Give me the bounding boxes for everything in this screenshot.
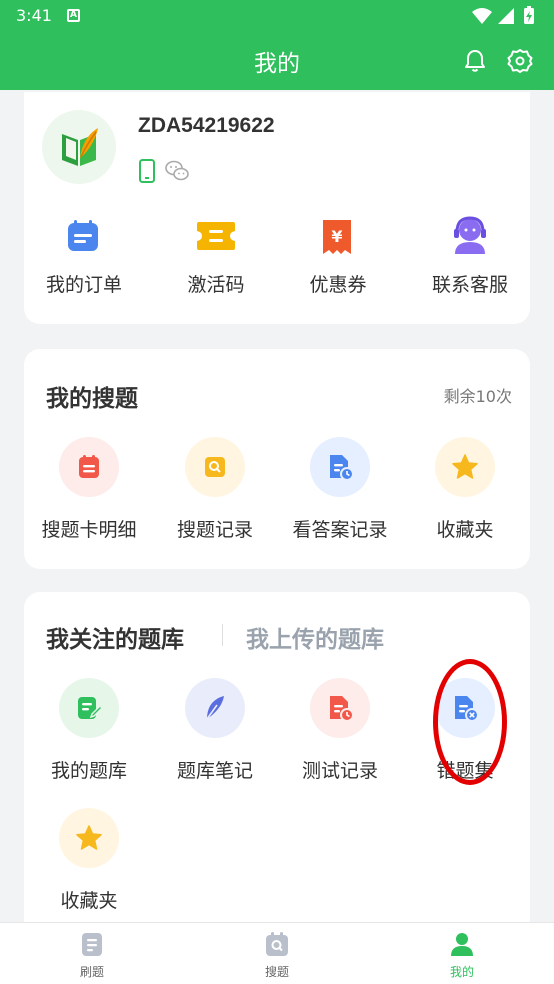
practice-icon [82, 933, 102, 956]
app-logo-icon [62, 128, 98, 166]
wechat-icon [165, 160, 189, 181]
my-bank-icon [59, 678, 119, 738]
username: ZDA54219622 [138, 114, 275, 137]
bank-notes-button[interactable]: 题库笔记 [152, 678, 278, 788]
my-orders-label: 我的订单 [45, 274, 122, 296]
customer-service-icon [454, 216, 486, 254]
profile-card: ZDA54219622 我的订单 激活码 ¥ 优惠券 联系客服 [24, 92, 530, 324]
my-bank-button[interactable]: 我的题库 [26, 678, 152, 788]
search-record-label: 搜题记录 [176, 519, 253, 541]
nav-practice[interactable]: 刷题 [42, 923, 142, 984]
star-icon [435, 437, 495, 497]
search-card-detail-label: 搜题卡明细 [41, 519, 137, 541]
search-card-icon [59, 437, 119, 497]
activation-code-label: 激活码 [187, 274, 245, 296]
highlight-annotation [433, 659, 507, 785]
search-favorites-label: 收藏夹 [436, 519, 494, 541]
my-search-card: 我的搜题 剩余10次 搜题卡明细 搜题记录 看答案记录 收藏夹 [24, 349, 530, 569]
nav-profile[interactable]: 我的 [412, 923, 512, 984]
bank-favorites-button[interactable]: 收藏夹 [26, 808, 152, 918]
system-status-icons [472, 6, 534, 24]
app-header: 3:41 A 我的 [0, 0, 554, 90]
bell-icon[interactable] [462, 48, 488, 74]
tab-uploaded-banks[interactable]: 我上传的题库 [246, 620, 384, 654]
answer-record-button[interactable]: 看答案记录 [277, 437, 403, 547]
tab-divider [222, 624, 223, 646]
gear-icon[interactable] [507, 48, 533, 74]
activation-code-button[interactable]: 激活码 [153, 210, 279, 300]
my-orders-button[interactable]: 我的订单 [21, 210, 147, 300]
test-record-button[interactable]: 测试记录 [277, 678, 403, 788]
search-record-button[interactable]: 搜题记录 [152, 437, 278, 547]
nav-practice-label: 刷题 [79, 965, 104, 979]
status-time: 3:41 [16, 6, 52, 25]
bank-notes-label: 题库笔记 [176, 760, 253, 782]
test-record-label: 测试记录 [301, 760, 378, 782]
order-icon [68, 220, 98, 251]
star-icon [59, 808, 119, 868]
coupon-button[interactable]: ¥ 优惠券 [275, 210, 401, 300]
coupon-label: 优惠券 [309, 274, 367, 296]
my-search-title: 我的搜题 [46, 386, 138, 412]
notification-badge: A [67, 9, 80, 22]
ticket-icon [197, 222, 235, 250]
search-tab-icon [266, 932, 288, 956]
my-bank-label: 我的题库 [50, 760, 127, 782]
search-card-detail-button[interactable]: 搜题卡明细 [26, 437, 152, 547]
customer-service-label: 联系客服 [431, 274, 508, 296]
profile-tab-icon [451, 933, 473, 956]
phone-bound-icon [139, 159, 155, 183]
search-favorites-button[interactable]: 收藏夹 [402, 437, 528, 547]
nav-search[interactable]: 搜题 [227, 923, 327, 984]
status-bar: 3:41 A [0, 0, 554, 32]
bottom-nav: 刷题 搜题 我的 [0, 922, 554, 984]
svg-text:¥: ¥ [331, 227, 342, 246]
nav-profile-label: 我的 [449, 965, 474, 979]
search-record-icon [185, 437, 245, 497]
feather-note-icon [185, 678, 245, 738]
test-record-icon [310, 678, 370, 738]
bank-favorites-label: 收藏夹 [60, 890, 118, 912]
customer-service-button[interactable]: 联系客服 [407, 210, 533, 300]
coupon-icon: ¥ [323, 220, 351, 254]
answer-record-label: 看答案记录 [292, 519, 388, 541]
nav-search-label: 搜题 [264, 965, 289, 979]
avatar[interactable] [42, 110, 116, 184]
remaining-count: 剩余10次 [443, 387, 512, 406]
answer-record-icon [310, 437, 370, 497]
tab-followed-banks[interactable]: 我关注的题库 [46, 620, 184, 654]
